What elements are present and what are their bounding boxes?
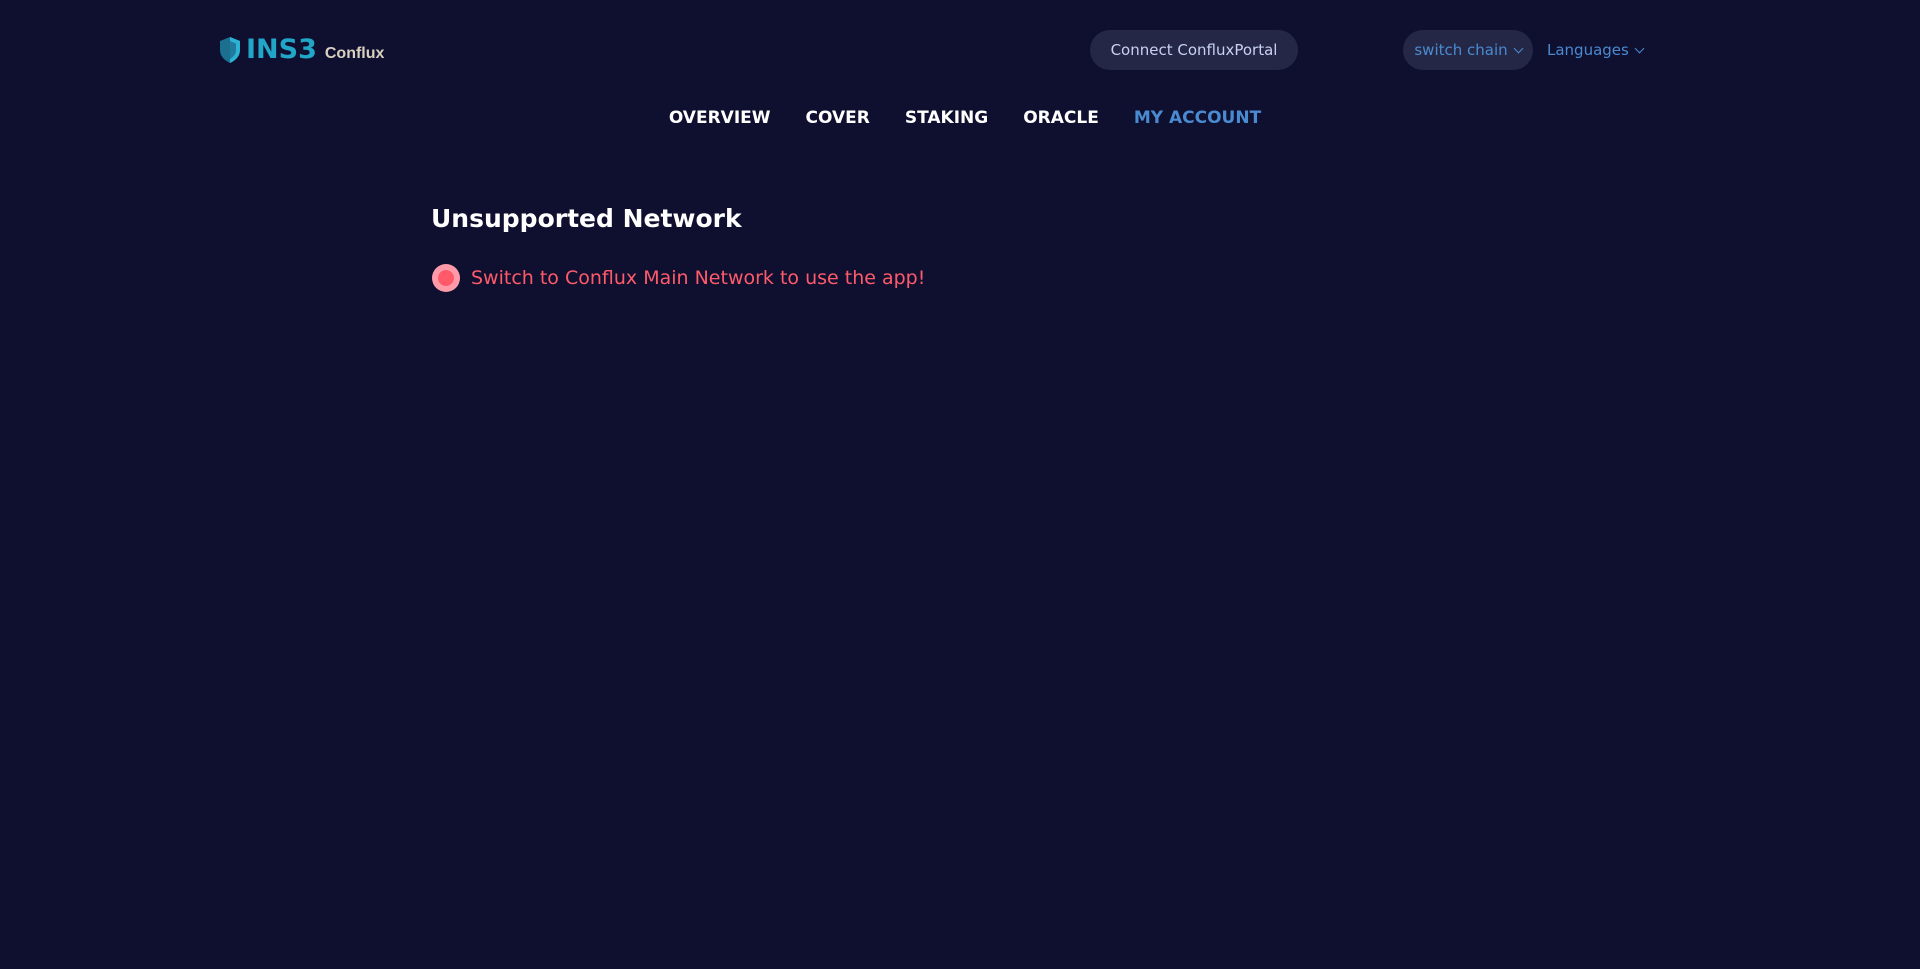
main-nav-items: OVERVIEW COVER STAKING ORACLE MY ACCOUNT	[651, 104, 1278, 132]
nav-item-oracle[interactable]: ORACLE	[1023, 104, 1099, 132]
logo-text: INS3	[246, 34, 317, 65]
switch-chain-label: switch chain	[1414, 41, 1508, 59]
nav-item-cover[interactable]: COVER	[806, 104, 870, 132]
connect-wallet-button[interactable]: Connect ConfluxPortal	[1090, 30, 1298, 70]
app-logo[interactable]: INS3 Conflux	[218, 34, 384, 66]
error-dot-icon	[432, 264, 460, 292]
chevron-down-icon	[1513, 43, 1524, 53]
shield-icon	[218, 36, 242, 64]
page-title: Unsupported Network	[431, 204, 742, 233]
nav-item-overview[interactable]: OVERVIEW	[669, 104, 771, 132]
network-alert: Switch to Conflux Main Network to use th…	[432, 264, 925, 292]
app-page: INS3 Conflux Connect ConfluxPortal switc…	[0, 0, 1920, 969]
switch-chain-dropdown[interactable]: switch chain	[1403, 30, 1533, 70]
alert-message: Switch to Conflux Main Network to use th…	[471, 267, 926, 289]
logo-subtitle: Conflux	[324, 45, 385, 62]
chevron-down-icon	[1634, 43, 1645, 53]
main-nav: OVERVIEW COVER STAKING ORACLE MY ACCOUNT	[0, 104, 1920, 132]
languages-label: Languages	[1547, 41, 1629, 59]
nav-item-my-account[interactable]: MY ACCOUNT	[1134, 104, 1261, 132]
nav-item-staking[interactable]: STAKING	[905, 104, 988, 132]
connect-wallet-label: Connect ConfluxPortal	[1110, 41, 1278, 59]
languages-dropdown[interactable]: Languages	[1547, 30, 1645, 70]
